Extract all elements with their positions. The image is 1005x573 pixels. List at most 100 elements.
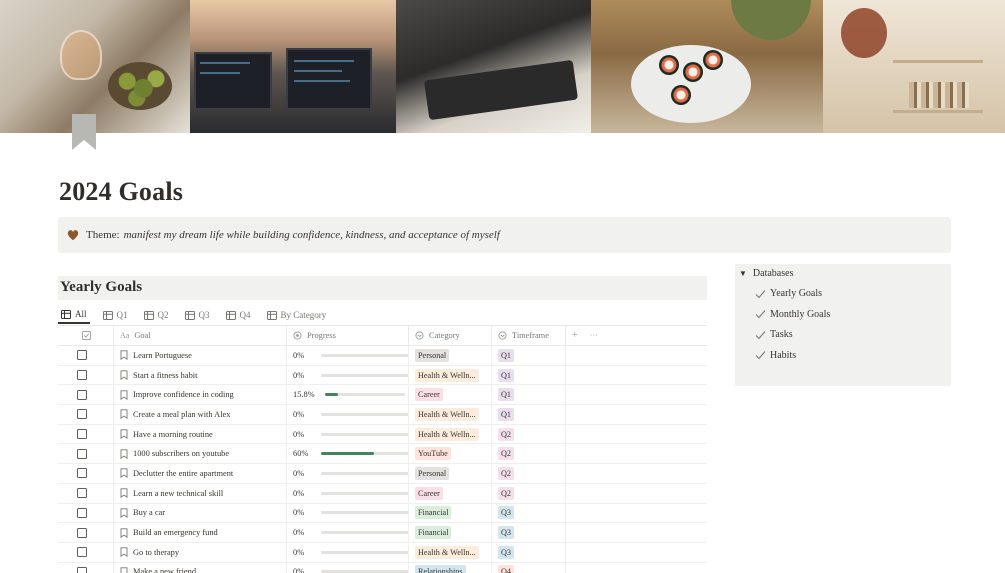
add-property-button[interactable]: + ··· <box>566 326 626 346</box>
goal-name[interactable]: Start a fitness habit <box>133 371 197 380</box>
category-cell[interactable]: Career <box>409 483 492 503</box>
category-tag[interactable]: Financial <box>415 526 452 540</box>
database-link-habits[interactable]: Habits <box>755 350 796 361</box>
toggle-triangle-icon[interactable]: ▼ <box>739 269 747 278</box>
goal-cell[interactable]: Start a fitness habit <box>114 365 287 385</box>
category-cell[interactable]: Financial <box>409 503 492 523</box>
timeframe-cell[interactable]: Q2 <box>492 443 566 464</box>
timeframe-tag[interactable]: Q2 <box>498 466 515 480</box>
goal-name[interactable]: Create a meal plan with Alex <box>133 410 230 419</box>
timeframe-tag[interactable]: Q3 <box>498 545 515 559</box>
category-tag[interactable]: Career <box>415 388 443 402</box>
row-checkbox-cell[interactable] <box>58 503 114 523</box>
row-checkbox[interactable] <box>77 468 87 479</box>
tab-q4[interactable]: Q4 <box>223 306 254 324</box>
row-checkbox-cell[interactable] <box>58 345 114 366</box>
row-checkbox[interactable] <box>77 429 87 440</box>
goal-name[interactable]: Go to therapy <box>133 548 179 557</box>
goal-name[interactable]: Have a morning routine <box>133 430 213 439</box>
goal-cell[interactable]: Buy a car <box>114 503 287 523</box>
category-tag[interactable]: Personal <box>415 348 450 362</box>
column-header-category[interactable]: Category <box>409 325 492 346</box>
goal-cell[interactable]: Improve confidence in coding <box>114 384 287 405</box>
row-checkbox[interactable] <box>77 409 87 420</box>
row-checkbox[interactable] <box>77 350 87 361</box>
goal-cell[interactable]: Have a morning routine <box>114 424 287 444</box>
timeframe-tag[interactable]: Q1 <box>498 407 515 421</box>
table-row[interactable]: Buy a car 0% Financial Q3 <box>58 503 707 524</box>
category-cell[interactable]: Career <box>409 384 492 405</box>
timeframe-cell[interactable]: Q2 <box>492 483 566 503</box>
goal-name[interactable]: Buy a car <box>133 508 165 517</box>
timeframe-cell[interactable]: Q2 <box>492 463 566 484</box>
timeframe-cell[interactable]: Q3 <box>492 522 566 543</box>
tab-all[interactable]: All <box>58 306 90 324</box>
goal-cell[interactable]: Declutter the entire apartment <box>114 463 287 484</box>
goal-cell[interactable]: Build an emergency fund <box>114 522 287 543</box>
table-row[interactable]: Start a fitness habit 0% Health & Welln...… <box>58 365 707 386</box>
column-header-progress[interactable]: Progress <box>287 325 409 346</box>
timeframe-tag[interactable]: Q1 <box>498 388 515 402</box>
databases-toggle[interactable]: ▼ Databases <box>739 268 793 279</box>
goal-cell[interactable]: Learn a new technical skill <box>114 483 287 503</box>
goal-name[interactable]: Declutter the entire apartment <box>133 469 233 478</box>
row-checkbox[interactable] <box>77 370 87 381</box>
tab-by-category[interactable]: By Category <box>264 306 330 324</box>
category-cell[interactable]: Health & Welln... <box>409 542 492 563</box>
column-header-timeframe[interactable]: Timeframe <box>492 325 566 346</box>
timeframe-tag[interactable]: Q1 <box>498 348 515 362</box>
row-checkbox[interactable] <box>77 488 87 499</box>
table-row[interactable]: Build an emergency fund 0% Financial Q3 <box>58 522 707 543</box>
goal-cell[interactable]: Make a new friend <box>114 562 287 573</box>
row-checkbox-cell[interactable] <box>58 443 114 464</box>
row-checkbox-cell[interactable] <box>58 424 114 444</box>
database-link-yearly-goals[interactable]: Yearly Goals <box>755 288 822 299</box>
category-cell[interactable]: Personal <box>409 345 492 366</box>
goal-cell[interactable]: 1000 subscribers on youtube <box>114 443 287 464</box>
goal-cell[interactable]: Learn Portuguese <box>114 345 287 366</box>
timeframe-cell[interactable]: Q1 <box>492 365 566 385</box>
row-checkbox-cell[interactable] <box>58 365 114 385</box>
category-cell[interactable]: Health & Welln... <box>409 404 492 425</box>
goal-name[interactable]: Learn Portuguese <box>133 351 192 360</box>
category-tag[interactable]: Health & Welln... <box>415 545 479 559</box>
timeframe-cell[interactable]: Q1 <box>492 404 566 425</box>
timeframe-tag[interactable]: Q1 <box>498 368 515 382</box>
row-checkbox-cell[interactable] <box>58 542 114 563</box>
category-tag[interactable]: YouTube <box>415 447 451 461</box>
table-row[interactable]: Learn a new technical skill 0% Career Q2 <box>58 483 707 504</box>
row-checkbox-cell[interactable] <box>58 522 114 543</box>
category-tag[interactable]: Personal <box>415 466 450 480</box>
table-row[interactable]: Declutter the entire apartment 0% Personal… <box>58 463 707 484</box>
category-tag[interactable]: Health & Welln... <box>415 368 479 382</box>
category-cell[interactable]: Personal <box>409 463 492 484</box>
goal-name[interactable]: Improve confidence in coding <box>133 390 234 399</box>
tab-q1[interactable]: Q1 <box>100 306 131 324</box>
category-cell[interactable]: Health & Welln... <box>409 365 492 385</box>
tab-q2[interactable]: Q2 <box>141 306 172 324</box>
category-cell[interactable]: YouTube <box>409 443 492 464</box>
table-row[interactable]: Learn Portuguese 0% Personal Q1 <box>58 345 707 366</box>
category-tag[interactable]: Relationships <box>415 565 466 573</box>
timeframe-cell[interactable]: Q4 <box>492 562 566 573</box>
tab-q3[interactable]: Q3 <box>182 306 213 324</box>
timeframe-tag[interactable]: Q4 <box>498 565 515 573</box>
table-row[interactable]: Make a new friend 0% Relationships Q4 <box>58 562 707 573</box>
goal-name[interactable]: Make a new friend <box>133 567 196 573</box>
row-checkbox-cell[interactable] <box>58 384 114 405</box>
row-checkbox[interactable] <box>77 547 87 558</box>
column-header-goal[interactable]: Aa Goal <box>114 325 287 346</box>
row-checkbox[interactable] <box>77 507 87 518</box>
row-checkbox[interactable] <box>77 448 87 459</box>
goal-name[interactable]: Learn a new technical skill <box>133 489 223 498</box>
category-cell[interactable]: Relationships <box>409 562 492 573</box>
category-tag[interactable]: Financial <box>415 506 452 520</box>
timeframe-tag[interactable]: Q3 <box>498 506 515 520</box>
timeframe-tag[interactable]: Q2 <box>498 447 515 461</box>
category-cell[interactable]: Financial <box>409 522 492 543</box>
database-title[interactable]: Yearly Goals <box>60 279 142 296</box>
timeframe-cell[interactable]: Q3 <box>492 503 566 523</box>
more-options-icon[interactable]: ··· <box>590 331 598 340</box>
row-checkbox[interactable] <box>77 527 87 538</box>
table-row[interactable]: 1000 subscribers on youtube 60% YouTube Q2 <box>58 443 707 465</box>
